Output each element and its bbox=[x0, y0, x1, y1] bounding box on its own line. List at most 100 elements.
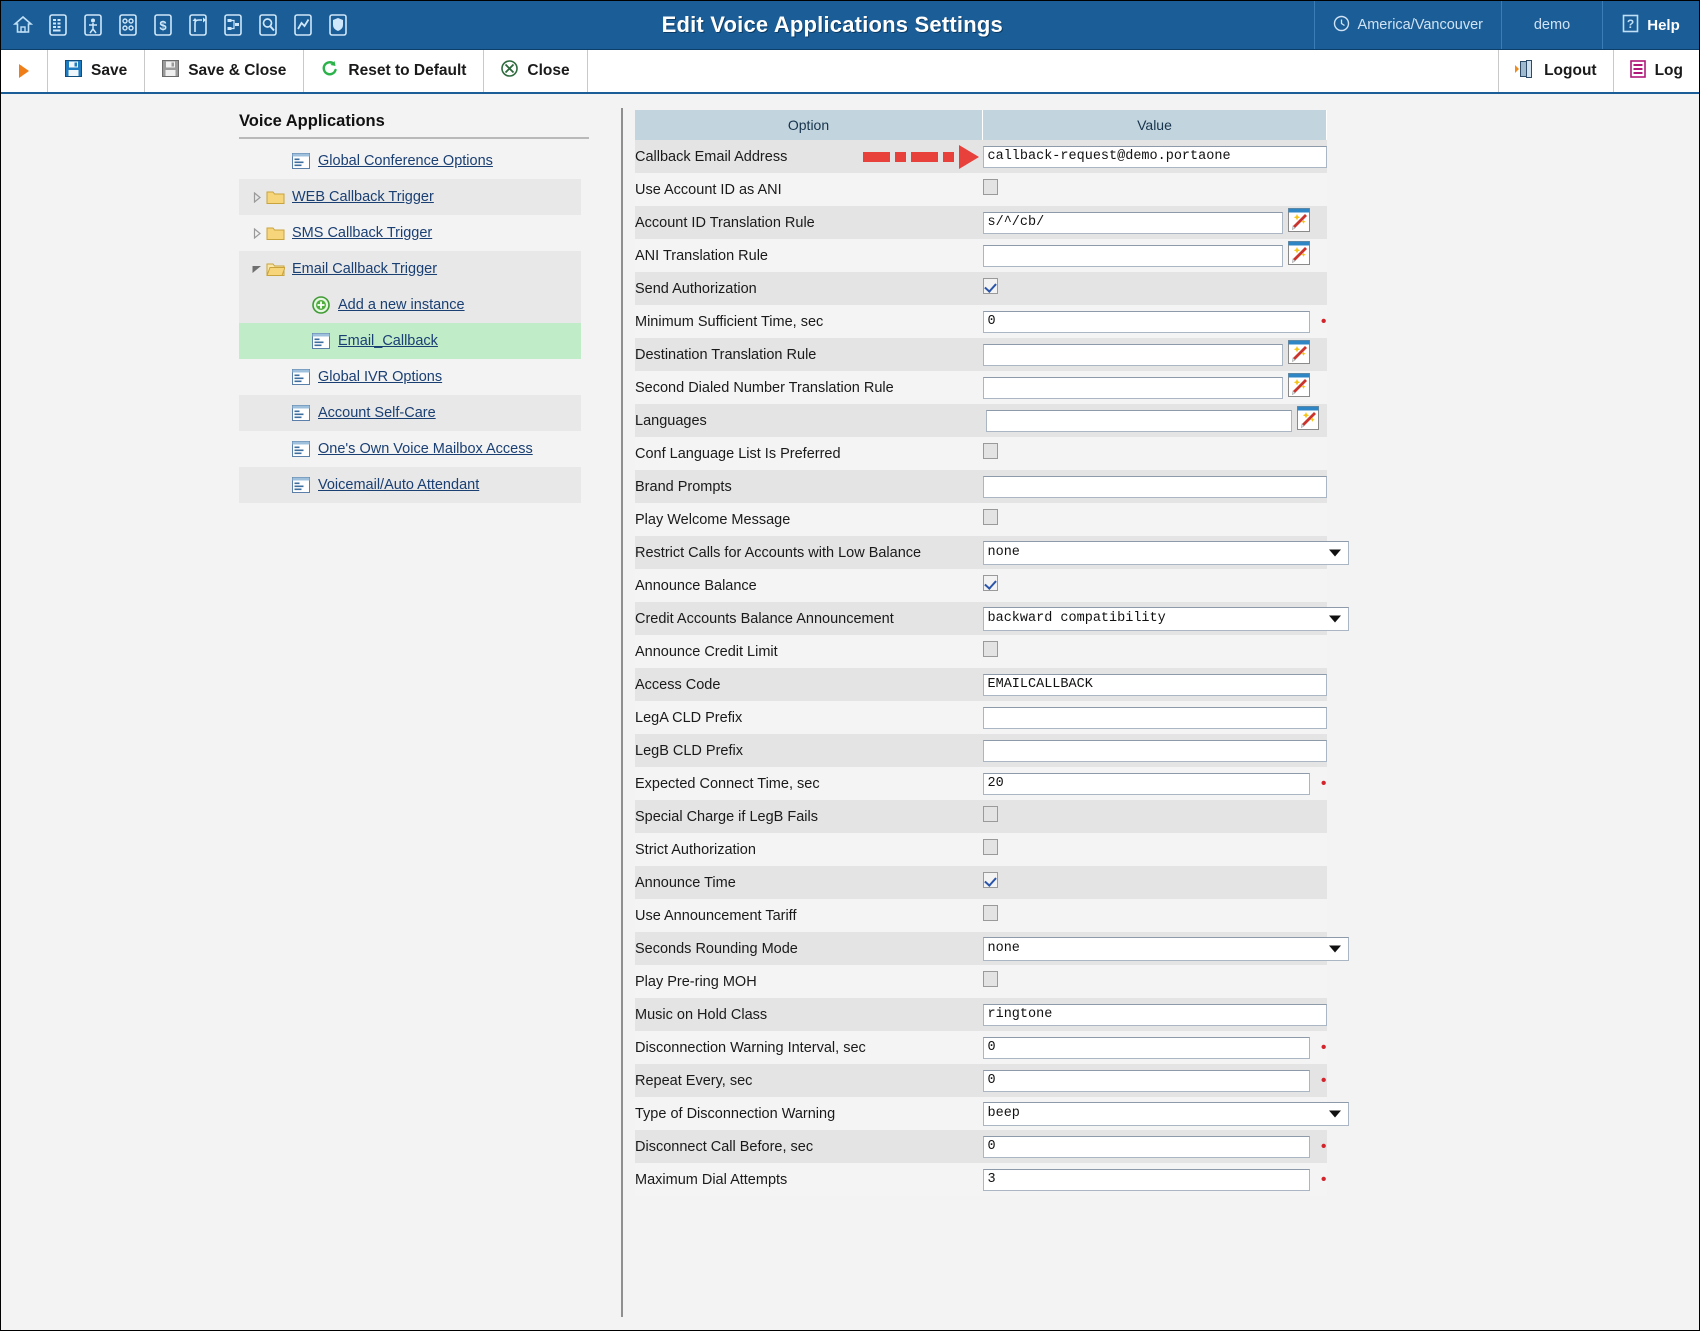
tree-item-content: SMS Callback Trigger bbox=[265, 224, 432, 242]
checkbox-use-account-id-as-ani[interactable] bbox=[982, 179, 998, 195]
search-icon[interactable] bbox=[254, 10, 281, 40]
input-ani-translation-rule[interactable] bbox=[982, 244, 1283, 267]
input-music-on-hold-class[interactable] bbox=[982, 1003, 1327, 1026]
tree-item-global-ivr-options[interactable]: Global IVR Options bbox=[239, 359, 581, 395]
save-and-close-button[interactable]: Save & Close bbox=[145, 50, 305, 92]
current-user[interactable]: demo bbox=[1501, 1, 1602, 49]
tree-item-one-s-own-voice-mailbox-access[interactable]: One's Own Voice Mailbox Access bbox=[239, 431, 581, 467]
checkbox-play-welcome-message[interactable] bbox=[982, 509, 998, 525]
chart-icon[interactable] bbox=[289, 10, 316, 40]
log-button[interactable]: Log bbox=[1614, 50, 1699, 92]
tree-twisty-expanded[interactable] bbox=[249, 265, 265, 274]
tree-item-sms-callback-trigger[interactable]: SMS Callback Trigger bbox=[239, 215, 581, 251]
select-credit-accounts-balance-announcement[interactable]: backward compatibility bbox=[982, 606, 1349, 631]
tree-item-voicemail-auto-attendant[interactable]: Voicemail/Auto Attendant bbox=[239, 467, 581, 503]
save-button[interactable]: Save bbox=[48, 50, 146, 92]
option-label-cell: Credit Accounts Balance Announcement bbox=[635, 602, 983, 635]
tree-twisty-collapsed[interactable] bbox=[249, 227, 265, 239]
tree-item-label[interactable]: Global IVR Options bbox=[318, 369, 442, 385]
option-label-cell: Music on Hold Class bbox=[635, 998, 983, 1031]
tree-item-email-callback[interactable]: Email_Callback bbox=[239, 323, 581, 359]
input-repeat-every-sec[interactable] bbox=[982, 1069, 1310, 1092]
options-grid-icon[interactable] bbox=[114, 10, 141, 40]
tree-item-label[interactable]: Email_Callback bbox=[338, 333, 438, 349]
settings-row: Play Pre-ring MOH bbox=[635, 965, 1327, 998]
input-callback-email-address[interactable] bbox=[982, 145, 1327, 168]
input-lega-cld-prefix[interactable] bbox=[982, 706, 1327, 729]
settings-row: Send Authorization bbox=[635, 272, 1327, 305]
input-access-code[interactable] bbox=[982, 673, 1327, 696]
settings-row: Account ID Translation Rule bbox=[635, 206, 1327, 239]
checkbox-announce-balance[interactable] bbox=[982, 575, 998, 591]
option-label-cell: Announce Credit Limit bbox=[635, 635, 983, 668]
logout-button[interactable]: Logout bbox=[1499, 50, 1614, 92]
magic-wand-button[interactable] bbox=[1287, 208, 1310, 237]
input-brand-prompts[interactable] bbox=[982, 475, 1327, 498]
input-disconnection-warning-interval-sec[interactable] bbox=[982, 1036, 1310, 1059]
input-expected-connect-time-sec[interactable] bbox=[982, 772, 1310, 795]
input-destination-translation-rule[interactable] bbox=[982, 343, 1283, 366]
select-seconds-rounding-mode[interactable]: none bbox=[982, 936, 1349, 961]
home-icon[interactable] bbox=[9, 10, 36, 40]
option-label-cell: LegB CLD Prefix bbox=[635, 734, 983, 767]
billing-table-icon[interactable] bbox=[44, 10, 71, 40]
field-group bbox=[982, 739, 1327, 762]
input-disconnect-call-before-sec[interactable] bbox=[982, 1135, 1310, 1158]
tree-item-web-callback-trigger[interactable]: WEB Callback Trigger bbox=[239, 179, 581, 215]
checkbox-conf-language-list-is-preferred[interactable] bbox=[982, 443, 998, 459]
help-button[interactable]: ? Help bbox=[1602, 1, 1699, 49]
dollar-icon[interactable]: $ bbox=[149, 10, 176, 40]
list-item-icon bbox=[291, 440, 311, 458]
magic-wand-button[interactable] bbox=[1287, 340, 1310, 369]
orange-play-icon[interactable] bbox=[1, 50, 48, 92]
reset-to-default-button[interactable]: Reset to Default bbox=[304, 50, 485, 92]
input-minimum-sufficient-time-sec[interactable] bbox=[982, 310, 1310, 333]
tree-item-label[interactable]: Email Callback Trigger bbox=[292, 261, 437, 277]
checkbox-play-pre-ring-moh[interactable] bbox=[982, 971, 998, 987]
settings-row: Type of Disconnection Warning beep bbox=[635, 1097, 1349, 1130]
value-cell: • bbox=[982, 1031, 1327, 1064]
timezone-indicator[interactable]: America/Vancouver bbox=[1313, 1, 1501, 49]
magic-wand-button[interactable] bbox=[1287, 241, 1310, 270]
checkbox-send-authorization[interactable] bbox=[982, 278, 998, 294]
option-label-cell: Type of Disconnection Warning bbox=[635, 1097, 983, 1130]
checkbox-special-charge-if-legb-fails[interactable] bbox=[982, 806, 998, 822]
tree-item-label[interactable]: Voicemail/Auto Attendant bbox=[318, 477, 479, 493]
tree-item-label[interactable]: Global Conference Options bbox=[318, 153, 493, 169]
checkbox-announce-credit-limit[interactable] bbox=[982, 641, 998, 657]
tree-item-label[interactable]: SMS Callback Trigger bbox=[292, 225, 432, 241]
tree-item-label[interactable]: Add a new instance bbox=[338, 297, 465, 313]
checkbox-strict-authorization[interactable] bbox=[982, 839, 998, 855]
checkbox-announce-time[interactable] bbox=[982, 872, 998, 888]
value-cell: none bbox=[982, 932, 1349, 965]
close-button[interactable]: Close bbox=[484, 50, 588, 92]
input-maximum-dial-attempts[interactable] bbox=[982, 1168, 1310, 1191]
tree-item-global-conference-options[interactable]: Global Conference Options bbox=[239, 143, 581, 179]
select-type-of-disconnection-warning[interactable]: beep bbox=[982, 1101, 1349, 1126]
tree-item-add-a-new-instance[interactable]: Add a new instance bbox=[239, 287, 581, 323]
network-icon[interactable] bbox=[219, 10, 246, 40]
save-close-label: Save & Close bbox=[188, 62, 287, 79]
person-icon[interactable] bbox=[79, 10, 106, 40]
input-second-dialed-number-translation-rule[interactable] bbox=[982, 376, 1283, 399]
value-cell bbox=[982, 404, 1327, 437]
magic-wand-button[interactable] bbox=[1296, 406, 1319, 435]
tree-item-label[interactable]: Account Self-Care bbox=[318, 405, 436, 421]
tree-item-label[interactable]: WEB Callback Trigger bbox=[292, 189, 434, 205]
checkbox-use-announcement-tariff[interactable] bbox=[982, 905, 998, 921]
settings-rows: Callback Email Address Use Account ID as … bbox=[635, 140, 1349, 1196]
routing-icon[interactable] bbox=[184, 10, 211, 40]
input-legb-cld-prefix[interactable] bbox=[982, 739, 1327, 762]
select-restrict-calls-for-accounts-with-low-balance[interactable]: none bbox=[982, 540, 1349, 565]
value-cell bbox=[982, 635, 1327, 668]
log-label: Log bbox=[1654, 62, 1683, 79]
input-account-id-translation-rule[interactable] bbox=[982, 211, 1283, 234]
tree-item-account-self-care[interactable]: Account Self-Care bbox=[239, 395, 581, 431]
tree-item-email-callback-trigger[interactable]: Email Callback Trigger bbox=[239, 251, 581, 287]
magic-wand-button[interactable] bbox=[1287, 373, 1310, 402]
tree-twisty-collapsed[interactable] bbox=[249, 191, 265, 203]
settings-row: Second Dialed Number Translation Rule bbox=[635, 371, 1327, 404]
input-languages[interactable] bbox=[985, 409, 1292, 432]
tree-item-label[interactable]: One's Own Voice Mailbox Access bbox=[318, 441, 533, 457]
shield-icon[interactable] bbox=[324, 10, 351, 40]
